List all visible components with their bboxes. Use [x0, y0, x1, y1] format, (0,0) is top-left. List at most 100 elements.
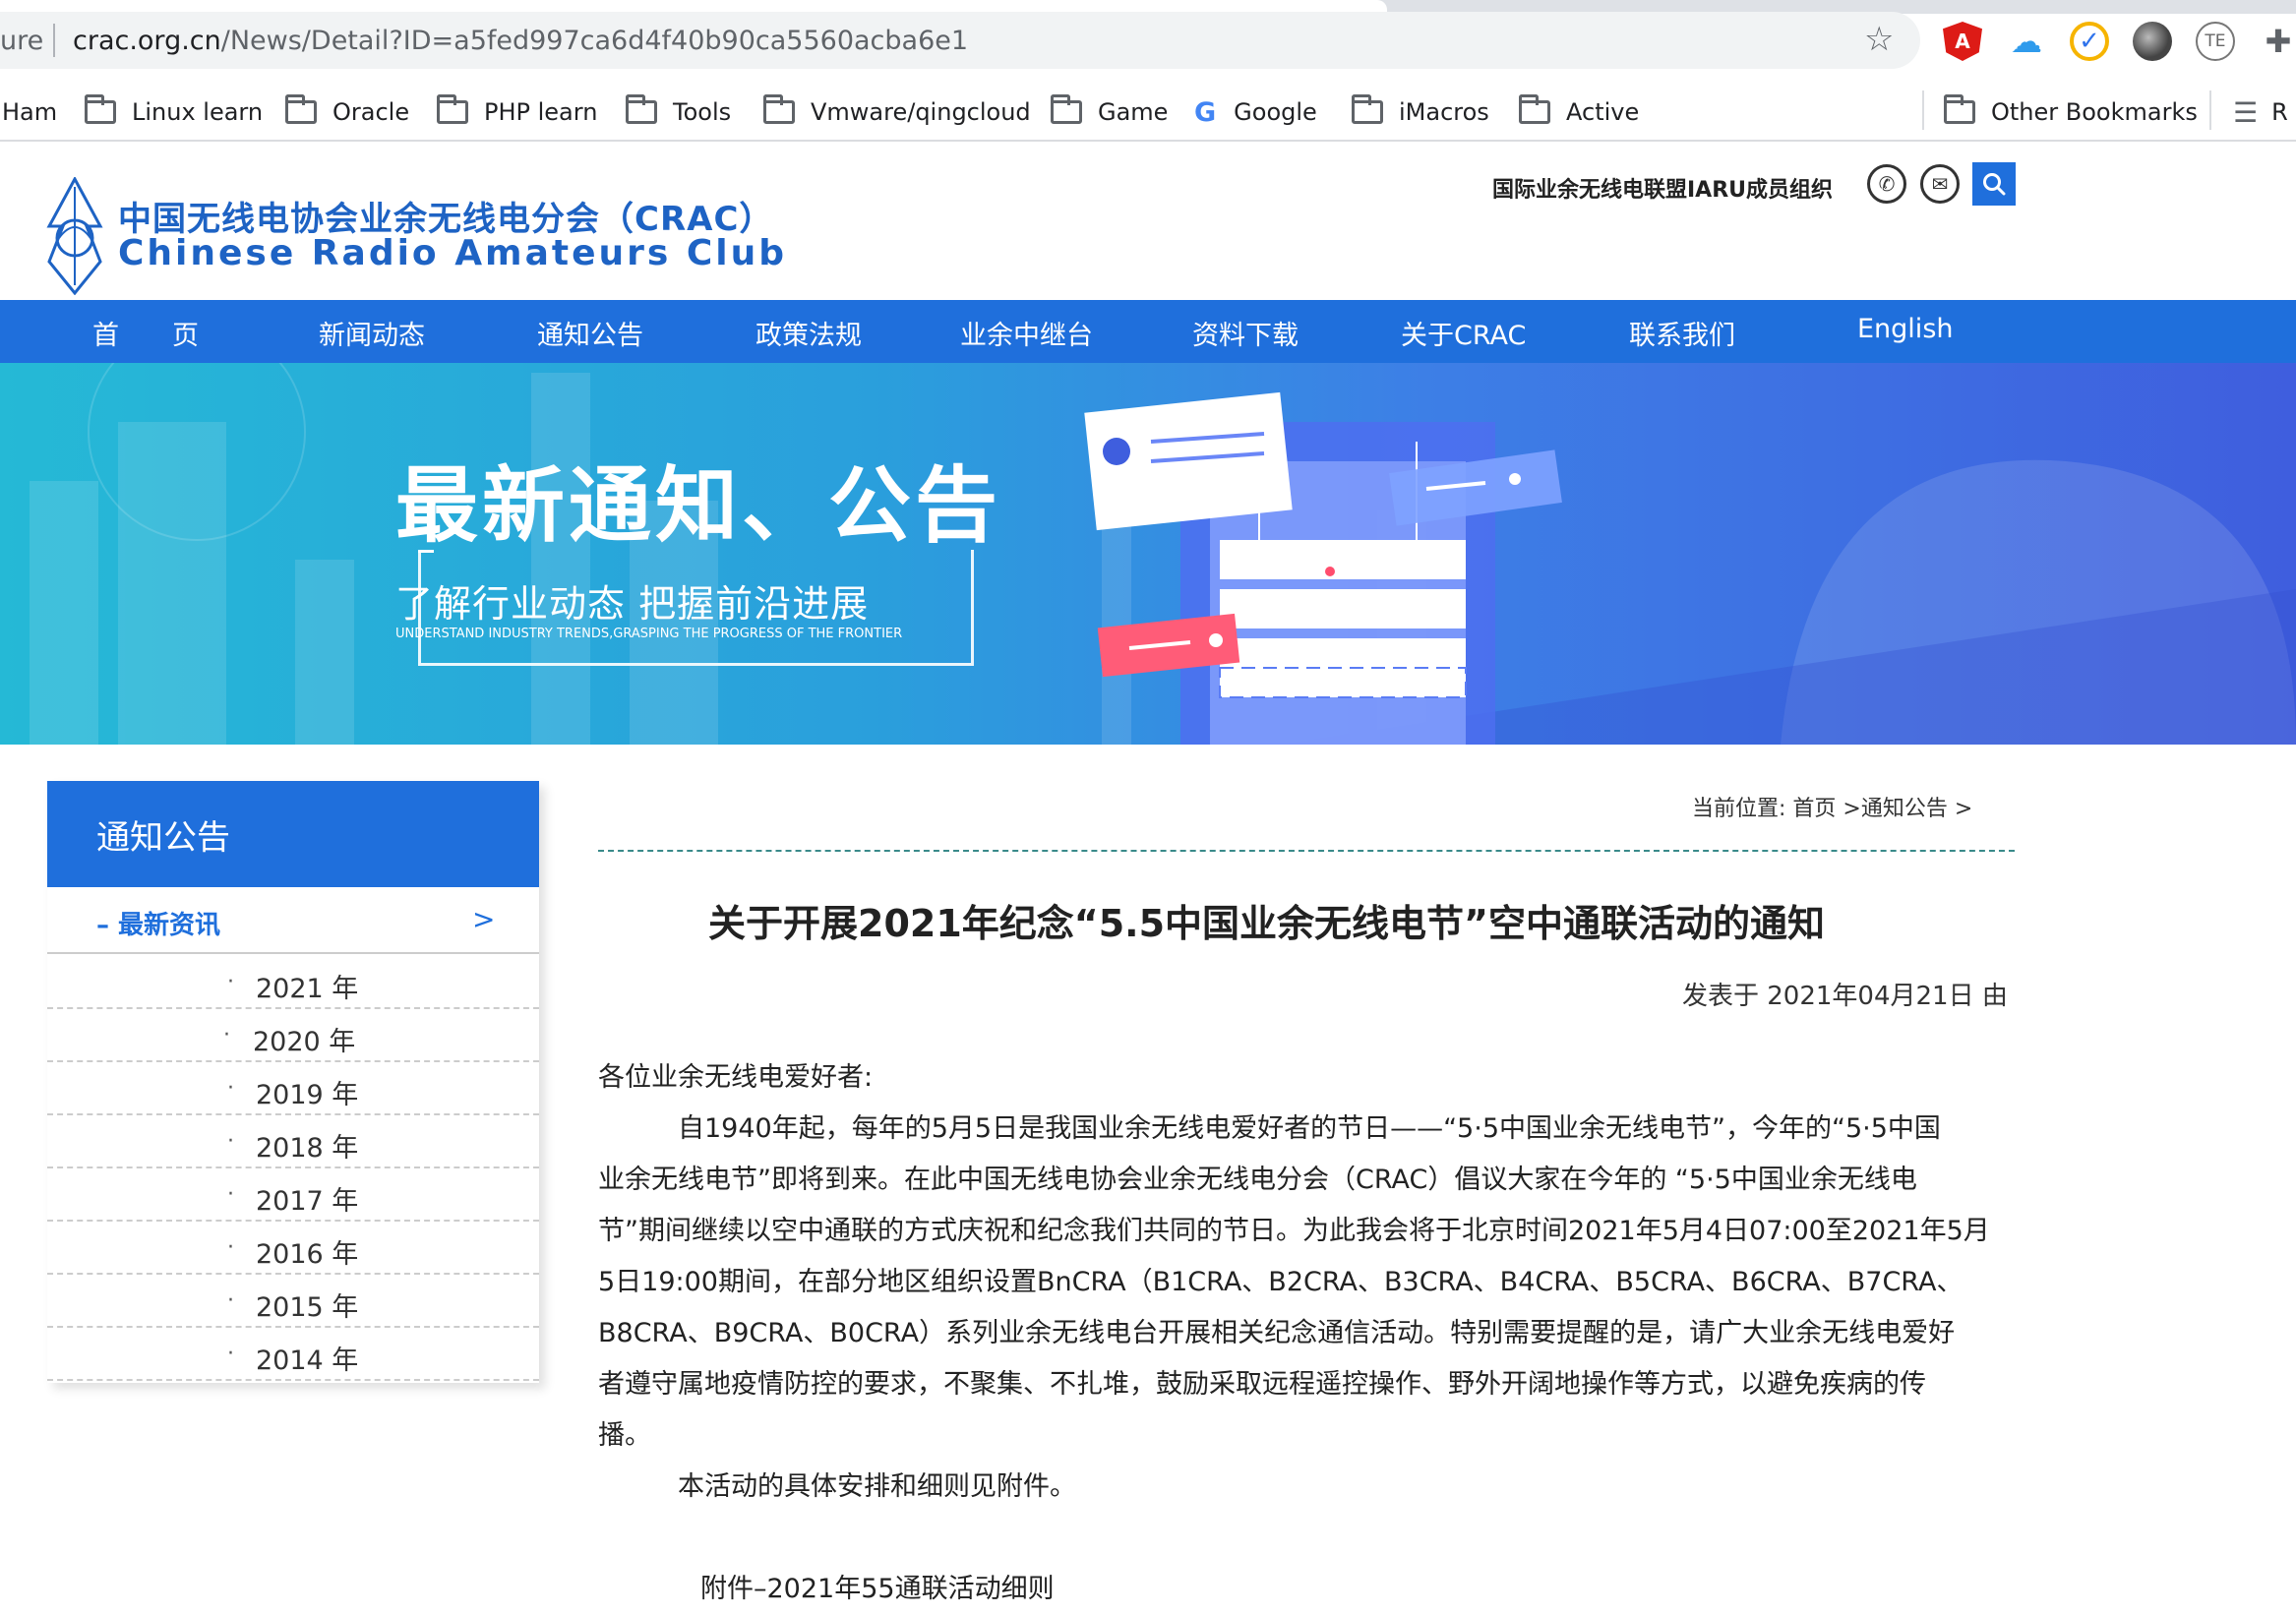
bookmarks-divider: [1922, 90, 1924, 130]
bookmark-linux-learn[interactable]: Linux learn: [85, 94, 263, 130]
bullet-icon: ·: [227, 1182, 234, 1207]
sidebar-year-2021[interactable]: · 2021 年: [47, 956, 539, 1009]
sidebar-year-2018[interactable]: · 2018 年: [47, 1115, 539, 1168]
chevron-right-icon: >: [472, 903, 496, 935]
bookmark-label: Google: [1234, 98, 1317, 126]
nav-home[interactable]: 首 页: [92, 314, 199, 352]
folder-icon: [285, 94, 317, 124]
nav-repeaters[interactable]: 业余中继台: [960, 314, 1093, 352]
attachment-link[interactable]: 附件–2021年55通联活动细则: [700, 1567, 2117, 1605]
bookmark-label: Other Bookmarks: [1991, 98, 2198, 126]
notice-banner: 最新通知、公告 了解行业动态 把握前沿进展 UNDERSTAND INDUSTR…: [0, 363, 2296, 745]
bookmark-imacros[interactable]: iMacros: [1352, 94, 1489, 130]
bullet-icon: ·: [227, 1342, 234, 1366]
nav-notices[interactable]: 通知公告: [537, 314, 643, 352]
crac-logo-icon[interactable]: [41, 177, 108, 295]
iaru-member-text: 国际业余无线电联盟IARU成员组织: [1492, 178, 1834, 203]
bookmark-label: Linux learn: [132, 98, 264, 126]
sidebar-item-label: – 最新资讯: [96, 911, 221, 940]
bullet-icon: ·: [227, 1076, 234, 1101]
logo-title-en[interactable]: Chinese Radio Amateurs Club: [118, 233, 787, 273]
year-label: 2017 年: [256, 1186, 359, 1217]
bullet-icon: ·: [227, 970, 234, 994]
bookmark-label: Active: [1566, 98, 1640, 126]
sidebar-title: 通知公告: [96, 818, 230, 858]
bookmarks-bar: Ham Linux learn Oracle PHP learn Tools V…: [0, 83, 2296, 142]
extensions-puzzle-icon[interactable]: ✚: [2259, 22, 2296, 61]
address-bar[interactable]: ure crac.org.cn/News/Detail?ID=a5fed997c…: [0, 12, 1920, 69]
todo-extension-icon[interactable]: ✓: [2070, 22, 2109, 61]
breadcrumb-divider: [598, 850, 2015, 852]
sidebar-year-2016[interactable]: · 2016 年: [47, 1222, 539, 1275]
bookmark-label: Ham: [2, 98, 58, 126]
url-text[interactable]: crac.org.cn/News/Detail?ID=a5fed997ca6d4…: [73, 26, 968, 56]
bookmark-oracle[interactable]: Oracle: [285, 94, 409, 130]
folder-icon: [437, 94, 468, 124]
folder-icon: [85, 94, 116, 124]
article-closing: 本活动的具体安排和细则见附件。: [598, 1471, 1076, 1502]
bullet-icon: ·: [223, 1023, 230, 1047]
bookmark-active[interactable]: Active: [1519, 94, 1639, 130]
year-list: · 2021 年 · 2020 年 · 2019 年 · 2018 年 · 2017 年 …: [47, 956, 539, 1381]
folder-icon: [763, 94, 795, 124]
article-body-line: 业余无线电节”即将到来。在此中国无线电协会业余无线电分会（CRAC）倡议大家在今…: [598, 1165, 1917, 1195]
folder-icon: [626, 94, 657, 124]
bullet-icon: ·: [227, 1235, 234, 1260]
year-label: 2019 年: [256, 1080, 359, 1110]
url-separator: [53, 24, 55, 57]
bookmark-label: Tools: [673, 98, 732, 126]
bookmark-label: Game: [1098, 98, 1169, 126]
reading-list-button[interactable]: ☰ R: [2233, 94, 2288, 130]
bookmark-star-icon[interactable]: ☆: [1864, 20, 1894, 59]
sidebar-year-2020[interactable]: · 2020 年: [47, 1009, 539, 1062]
search-icon: [1983, 173, 2006, 196]
banner-illustration: [30, 363, 2296, 745]
bookmark-php-learn[interactable]: PHP learn: [437, 94, 597, 130]
cloud-extension-icon[interactable]: ☁: [2007, 22, 2046, 61]
article-body-line: B8CRA、B9CRA、B0CRA）系列业余无线电台开展相关纪念通信活动。特别需…: [598, 1318, 1956, 1348]
bookmark-ham[interactable]: Ham: [2, 94, 57, 130]
search-button[interactable]: [1972, 162, 2016, 206]
bookmark-other[interactable]: Other Bookmarks: [1944, 94, 2198, 130]
sidebar-year-2015[interactable]: · 2015 年: [47, 1275, 539, 1328]
url-scheme: ure: [0, 26, 44, 56]
sidebar-year-2014[interactable]: · 2014 年: [47, 1328, 539, 1381]
nav-policies[interactable]: 政策法规: [755, 314, 862, 352]
article-body-line: 者遵守属地疫情防控的要求，不聚集、不扎堆，鼓励采取远程遥控操作、野外开阔地操作等…: [598, 1369, 1926, 1400]
folder-icon: [1051, 94, 1082, 124]
banner-subtitle: 了解行业动态 把握前沿进展: [395, 582, 870, 626]
te-extension-icon[interactable]: TE: [2196, 22, 2235, 61]
dark-mode-extension-icon[interactable]: [2133, 22, 2172, 61]
mail-icon[interactable]: ✉: [1920, 164, 1960, 204]
phone-icon[interactable]: ✆: [1867, 164, 1906, 204]
year-label: 2016 年: [256, 1239, 359, 1270]
bookmark-label: R: [2271, 98, 2288, 126]
url-path: /News/Detail?ID=a5fed997ca6d4f40b90ca556…: [220, 26, 969, 56]
nav-contact[interactable]: 联系我们: [1629, 314, 1735, 352]
folder-icon: [1519, 94, 1550, 124]
year-label: 2020 年: [253, 1027, 356, 1057]
breadcrumb[interactable]: 当前位置: 首页 >通知公告 >: [1692, 791, 1972, 822]
site-header: 中国无线电协会业余无线电分会（CRAC） Chinese Radio Amate…: [0, 143, 2296, 300]
bookmark-game[interactable]: Game: [1051, 94, 1168, 130]
bookmark-label: PHP learn: [484, 98, 598, 126]
nav-news[interactable]: 新闻动态: [319, 314, 425, 352]
sidebar-year-2017[interactable]: · 2017 年: [47, 1168, 539, 1222]
article-body-line: 播。: [598, 1420, 651, 1451]
sidebar-item-latest-news[interactable]: – 最新资讯 >: [47, 887, 539, 954]
sidebar-year-2019[interactable]: · 2019 年: [47, 1062, 539, 1115]
nav-downloads[interactable]: 资料下载: [1192, 314, 1299, 352]
bookmark-google[interactable]: G Google: [1194, 94, 1317, 130]
bookmark-tools[interactable]: Tools: [626, 94, 731, 130]
nav-about[interactable]: 关于CRAC: [1401, 314, 1526, 352]
nav-english[interactable]: English: [1857, 314, 1954, 344]
banner-title: 最新通知、公告: [395, 457, 1002, 554]
bullet-icon: ·: [227, 1129, 234, 1154]
bookmark-vmware[interactable]: Vmware/qingcloud: [763, 94, 1031, 130]
year-label: 2021 年: [256, 974, 359, 1004]
article-body-line: 节”期间继续以空中通联的方式庆祝和纪念我们共同的节日。为此我会将于北京时间202…: [598, 1216, 1990, 1246]
folder-icon: [1944, 94, 1975, 124]
angular-extension-icon[interactable]: A: [1943, 22, 1982, 61]
year-label: 2015 年: [256, 1292, 359, 1323]
bookmark-label: iMacros: [1399, 98, 1489, 126]
